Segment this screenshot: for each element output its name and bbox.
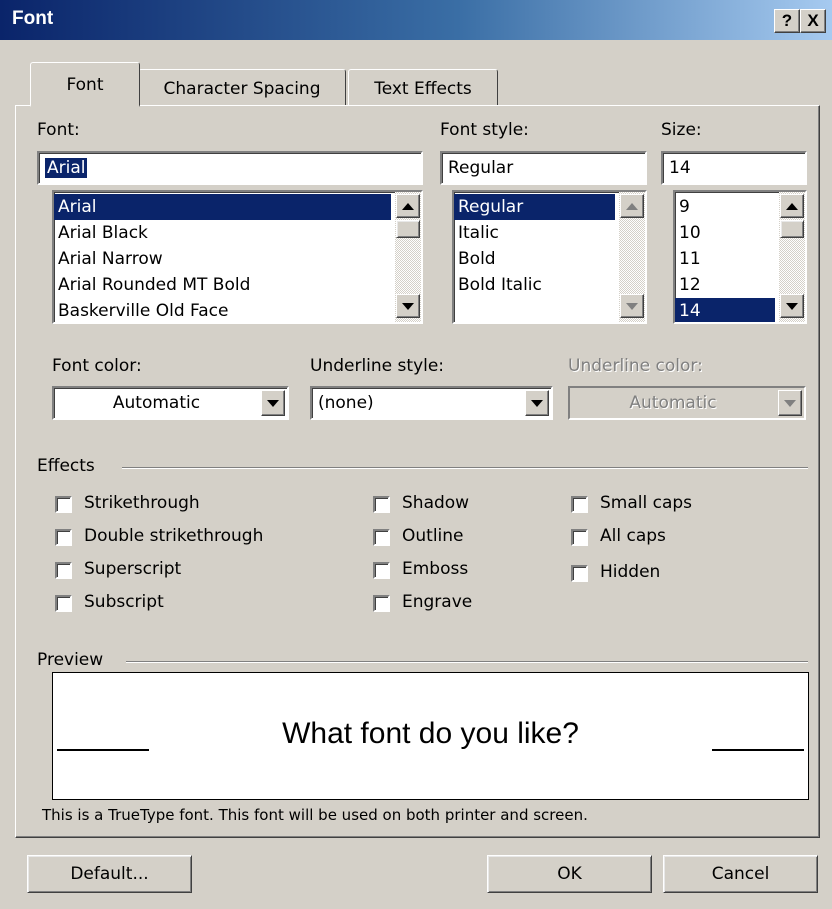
font-listbox[interactable]: Arial Arial Black Arial Narrow Arial Rou… [52,190,423,324]
effects-divider [122,467,808,469]
all-caps-label: All caps [600,526,666,546]
engrave-checkbox[interactable] [373,595,390,612]
size-input[interactable]: 14 [661,151,807,185]
font-color-label: Font color: [52,356,142,376]
tab-font[interactable]: Font [30,62,140,107]
scroll-thumb[interactable] [396,220,420,238]
arrow-up-icon [786,202,798,210]
scroll-thumb[interactable] [780,220,804,238]
superscript-checkbox[interactable] [55,562,72,579]
size-list-item[interactable]: 14 [675,298,775,322]
font-list-item[interactable]: Arial [54,194,391,220]
hidden-label: Hidden [600,562,661,582]
font-color-value: Automatic [112,393,201,413]
size-listbox[interactable]: 9 10 11 12 14 [673,190,807,324]
style-list-scrollbar[interactable] [619,192,645,322]
underline-color-dropdown-button[interactable] [778,390,802,416]
emboss-label: Emboss [402,559,469,579]
ok-button[interactable]: OK [487,855,652,893]
underline-style-dropdown[interactable]: (none) [310,386,553,420]
preview-box: What font do you like? [52,672,809,800]
preview-sample-text: What font do you like? [282,717,579,750]
engrave-label: Engrave [402,592,473,612]
chevron-down-icon [784,399,796,407]
scroll-down-button[interactable] [620,294,644,318]
scroll-up-button[interactable] [780,194,804,218]
underline-color-value: Automatic [629,393,717,413]
scroll-up-button[interactable] [620,194,644,218]
scroll-up-button[interactable] [396,194,420,218]
title-bar[interactable]: Font ? X [0,0,832,40]
font-list-scrollbar[interactable] [395,192,421,322]
font-style-input[interactable]: Regular [440,151,647,185]
chevron-down-icon [267,399,279,407]
chevron-down-icon [531,399,543,407]
arrow-down-icon [786,302,798,310]
preview-divider [126,661,808,663]
close-button[interactable]: X [800,9,826,33]
underline-color-label: Underline color: [568,356,703,376]
size-list-item[interactable]: 9 [675,194,775,220]
arrow-up-icon [626,202,638,210]
font-name-input[interactable]: Arial [37,151,423,185]
size-list-item[interactable]: 10 [675,220,775,246]
font-style-label: Font style: [440,120,529,140]
shadow-label: Shadow [402,493,470,513]
size-label: Size: [661,120,702,140]
font-color-dropdown-button[interactable] [261,390,285,416]
shadow-checkbox[interactable] [373,496,390,513]
underline-style-value: (none) [318,393,374,413]
preview-right-rule [712,749,804,751]
style-list-item[interactable]: Bold [454,246,615,272]
small-caps-checkbox[interactable] [571,496,588,513]
arrow-up-icon [402,202,414,210]
underline-style-dropdown-button[interactable] [525,390,549,416]
strikethrough-checkbox[interactable] [55,496,72,513]
tab-text-effects[interactable]: Text Effects [348,69,498,107]
arrow-down-icon [402,302,414,310]
truetype-note: This is a TrueType font. This font will … [42,806,588,824]
style-list-item[interactable]: Bold Italic [454,272,615,298]
double-strikethrough-checkbox[interactable] [55,529,72,546]
preview-label: Preview [37,650,104,670]
size-list-item[interactable]: 12 [675,272,775,298]
cancel-button[interactable]: Cancel [663,855,818,893]
scroll-down-button[interactable] [396,294,420,318]
underline-style-label: Underline style: [310,356,445,376]
emboss-checkbox[interactable] [373,562,390,579]
font-list-item[interactable]: Baskerville Old Face [54,298,391,322]
window-title: Font [12,8,54,29]
default-button[interactable]: Default... [27,855,192,893]
font-name-value: Arial [45,158,88,178]
size-list-item[interactable]: 11 [675,246,775,272]
underline-color-dropdown[interactable]: Automatic [568,386,806,420]
style-list-item[interactable]: Italic [454,220,615,246]
outline-checkbox[interactable] [373,529,390,546]
font-style-listbox[interactable]: Regular Italic Bold Bold Italic [452,190,647,324]
hidden-checkbox[interactable] [571,565,588,582]
superscript-label: Superscript [84,559,182,579]
arrow-down-icon [626,302,638,310]
help-button[interactable]: ? [774,9,800,33]
font-list-item[interactable]: Arial Black [54,220,391,246]
effects-label: Effects [37,456,95,476]
font-list-item[interactable]: Arial Narrow [54,246,391,272]
strikethrough-label: Strikethrough [84,493,200,513]
tab-character-spacing[interactable]: Character Spacing [138,69,346,107]
scroll-down-button[interactable] [780,294,804,318]
font-label: Font: [37,120,80,140]
subscript-label: Subscript [84,592,164,612]
all-caps-checkbox[interactable] [571,529,588,546]
small-caps-label: Small caps [600,493,693,513]
style-list-item[interactable]: Regular [454,194,615,220]
font-color-dropdown[interactable]: Automatic [52,386,289,420]
double-strikethrough-label: Double strikethrough [84,526,264,546]
outline-label: Outline [402,526,464,546]
size-list-scrollbar[interactable] [779,192,805,322]
font-list-item[interactable]: Arial Rounded MT Bold [54,272,391,298]
subscript-checkbox[interactable] [55,595,72,612]
